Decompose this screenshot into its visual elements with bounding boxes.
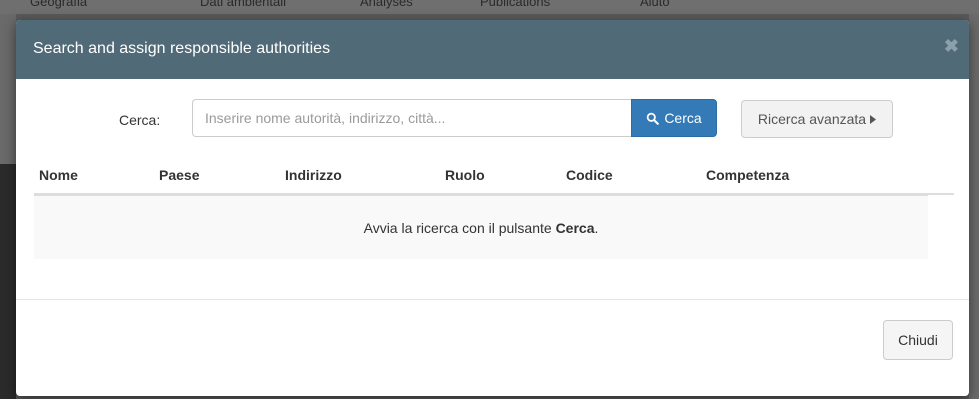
background-navbar: Geografia Dati ambientali Analyses Publi… [0,0,979,14]
background-left-panel [0,14,16,399]
empty-message-bold: Cerca [555,220,595,236]
advanced-search-button[interactable]: Ricerca avanzata [741,100,893,138]
search-label: Cerca: [119,112,161,128]
search-icon [647,112,660,125]
modal-header: Search and assign responsible authoritie… [16,20,969,79]
column-header-paese[interactable]: Paese [159,167,199,183]
bg-nav-item: Geografia [30,0,88,9]
search-button-label: Cerca [664,110,702,126]
modal-dialog: Search and assign responsible authoritie… [16,20,969,396]
column-header-competenza[interactable]: Competenza [706,167,789,183]
column-header-nome[interactable]: Nome [39,167,78,183]
column-header-codice[interactable]: Codice [566,167,613,183]
table-empty-row: Avvia la ricerca con il pulsante Cerca. [34,195,928,259]
bg-nav-item: Aiuto [640,0,670,9]
search-input[interactable] [192,99,632,137]
close-button[interactable]: Chiudi [883,320,953,360]
empty-message: Avvia la ricerca con il pulsante Cerca. [363,220,599,236]
bg-nav-item: Analyses [360,0,413,9]
footer-divider [16,299,969,300]
column-header-ruolo[interactable]: Ruolo [445,167,485,183]
modal-title: Search and assign responsible authoritie… [33,40,331,57]
caret-right-icon [870,114,877,124]
advanced-search-label: Ricerca avanzata [757,111,867,127]
close-icon[interactable]: ✖ [944,36,959,57]
search-button[interactable]: Cerca [631,99,717,137]
bg-nav-item: Publications [480,0,551,9]
bg-nav-item: Dati ambientali [200,0,286,9]
background-right-panel [969,14,979,399]
column-header-indirizzo[interactable]: Indirizzo [285,167,342,183]
